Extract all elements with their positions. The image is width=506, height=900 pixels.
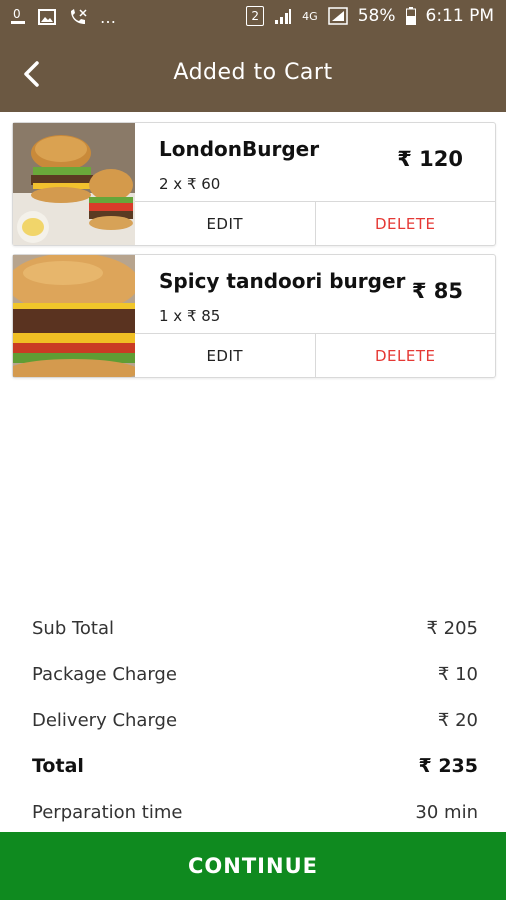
preparation-time-value: 30 min (415, 801, 478, 823)
delete-button[interactable]: DELETE (316, 202, 496, 246)
item-price: ₹ 120 (397, 147, 463, 171)
item-actions: EDIT DELETE (135, 201, 495, 246)
page-title: Added to Cart (173, 60, 333, 85)
item-price: ₹ 85 (411, 279, 463, 303)
preparation-time-row: Perparation time 30 min (32, 792, 478, 832)
package-charge-label: Package Charge (32, 663, 177, 685)
continue-button[interactable]: CONTINUE (0, 832, 506, 900)
subtotal-label: Sub Total (32, 617, 115, 639)
image-icon (38, 9, 56, 25)
preparation-time-label: Perparation time (32, 801, 183, 823)
delete-button[interactable]: DELETE (316, 334, 496, 378)
subtotal-value: ₹ 205 (426, 617, 478, 639)
total-label: Total (32, 755, 84, 777)
edit-button[interactable]: EDIT (135, 334, 316, 378)
data-usage-icon: 0 (11, 7, 25, 24)
delivery-charge-label: Delivery Charge (32, 709, 178, 731)
item-name: LondonBurger (159, 137, 320, 161)
more-dots-icon: … (100, 7, 116, 27)
delivery-charge-row: Delivery Charge ₹ 20 (32, 700, 478, 740)
item-quantity: 2 x ₹ 60 (159, 175, 221, 193)
burger-image (13, 255, 135, 377)
item-actions: EDIT DELETE (135, 333, 495, 378)
signal-icon-2 (327, 7, 348, 25)
app-bar: Added to Cart (0, 36, 506, 112)
status-notifications: 0 … (10, 6, 116, 28)
sim-icon: 2 (246, 6, 265, 26)
svg-text:0: 0 (13, 7, 21, 21)
clock: 6:11 PM (425, 6, 495, 26)
item-name: Spicy tandoori burger (159, 269, 406, 293)
cart-item: LondonBurger 2 x ₹ 60 ₹ 120 EDIT DELETE (12, 122, 496, 246)
cart-item: Spicy tandoori burger 1 x ₹ 85 ₹ 85 EDIT… (12, 254, 496, 378)
edit-button[interactable]: EDIT (135, 202, 316, 246)
total-value: ₹ 235 (418, 755, 479, 777)
missed-call-icon (71, 9, 87, 24)
delivery-charge-value: ₹ 20 (437, 709, 478, 731)
package-charge-value: ₹ 10 (437, 663, 478, 685)
total-row: Total ₹ 235 (32, 746, 478, 786)
item-quantity: 1 x ₹ 85 (159, 307, 221, 325)
status-system: 2 4G 58% 6:11 PM (246, 6, 494, 26)
subtotal-row: Sub Total ₹ 205 (32, 608, 478, 648)
status-bar: 0 … 2 4G 58% 6:11 PM (0, 0, 506, 36)
network-type: 4G (302, 9, 318, 23)
package-charge-row: Package Charge ₹ 10 (32, 654, 478, 694)
battery-percent: 58% (357, 6, 396, 26)
battery-icon (405, 7, 416, 25)
signal-icon (275, 9, 292, 24)
burger-image (13, 123, 135, 245)
